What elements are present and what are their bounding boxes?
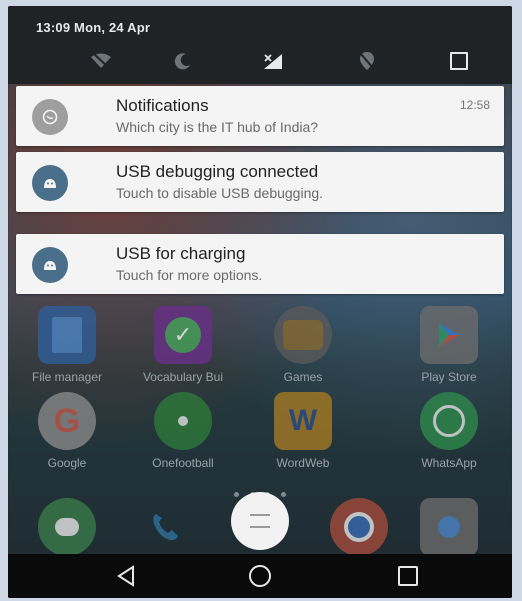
app-wordweb[interactable]: W WordWeb <box>248 392 358 470</box>
app-whatsapp[interactable]: WhatsApp <box>394 392 504 470</box>
wifi-off-icon[interactable] <box>86 46 116 76</box>
google-icon: G <box>38 392 96 450</box>
app-play-store[interactable]: Play Store <box>394 306 504 384</box>
quick-settings-row <box>8 46 512 76</box>
notification-card-notifications[interactable]: Notifications Which city is the IT hub o… <box>16 86 504 146</box>
phone-icon[interactable] <box>136 498 194 556</box>
notification-card-usb-charging[interactable]: USB for charging Touch for more options. <box>16 234 504 294</box>
home-dock <box>8 472 512 556</box>
app-vocabulary-builder[interactable]: ✓ Vocabulary Bui <box>128 306 238 384</box>
android-icon <box>32 247 68 283</box>
do-not-disturb-moon-icon[interactable] <box>168 46 198 76</box>
hangouts-icon[interactable] <box>38 498 96 556</box>
whatsapp-icon <box>420 392 478 450</box>
phone-screen: 13:09 Mon, 24 Apr Notifications Which ci… <box>8 6 512 598</box>
folder-icon <box>38 306 96 364</box>
recents-square-icon[interactable] <box>444 46 474 76</box>
app-label: WordWeb <box>276 456 330 470</box>
app-google[interactable]: G Google <box>12 392 122 470</box>
wordweb-icon: W <box>274 392 332 450</box>
camera-icon[interactable] <box>420 498 478 556</box>
notification-subtitle: Touch for more options. <box>116 267 263 283</box>
home-icon[interactable] <box>246 562 274 590</box>
chrome-icon[interactable] <box>330 498 388 556</box>
app-drawer-icon[interactable] <box>231 492 289 550</box>
app-label: Games <box>283 370 323 384</box>
app-file-manager[interactable]: File manager <box>12 306 122 384</box>
notification-title: Notifications <box>116 96 209 115</box>
app-label: Google <box>47 456 87 470</box>
play-store-icon <box>420 306 478 364</box>
location-off-icon[interactable] <box>352 46 382 76</box>
notification-card-usb-debugging[interactable]: USB debugging connected Touch to disable… <box>16 152 504 212</box>
recents-icon[interactable] <box>394 562 422 590</box>
app-label: File manager <box>31 370 103 384</box>
android-icon <box>32 165 68 201</box>
signal-no-sim-icon[interactable] <box>258 46 288 76</box>
games-icon <box>274 306 332 364</box>
navigation-bar <box>8 554 512 598</box>
notification-subtitle: Touch to disable USB debugging. <box>116 185 324 201</box>
notification-time: 12:58 <box>459 98 490 112</box>
football-icon <box>154 392 212 450</box>
app-label: Play Store <box>421 370 477 384</box>
app-games[interactable]: Games <box>248 306 358 384</box>
app-label: WhatsApp <box>421 456 477 470</box>
app-label: Onefootball <box>152 456 214 470</box>
check-icon: ✓ <box>154 306 212 364</box>
status-time-date: 13:09 Mon, 24 Apr <box>36 20 151 35</box>
notification-title: USB debugging connected <box>116 162 319 181</box>
notification-shade-header: 13:09 Mon, 24 Apr <box>8 6 512 84</box>
chat-bubble-icon <box>32 99 68 135</box>
notification-title: USB for charging <box>116 244 246 263</box>
back-icon[interactable] <box>112 562 140 590</box>
app-onefootball[interactable]: Onefootball <box>128 392 238 470</box>
notification-subtitle: Which city is the IT hub of India? <box>116 119 319 135</box>
app-label: Vocabulary Bui <box>142 370 224 384</box>
